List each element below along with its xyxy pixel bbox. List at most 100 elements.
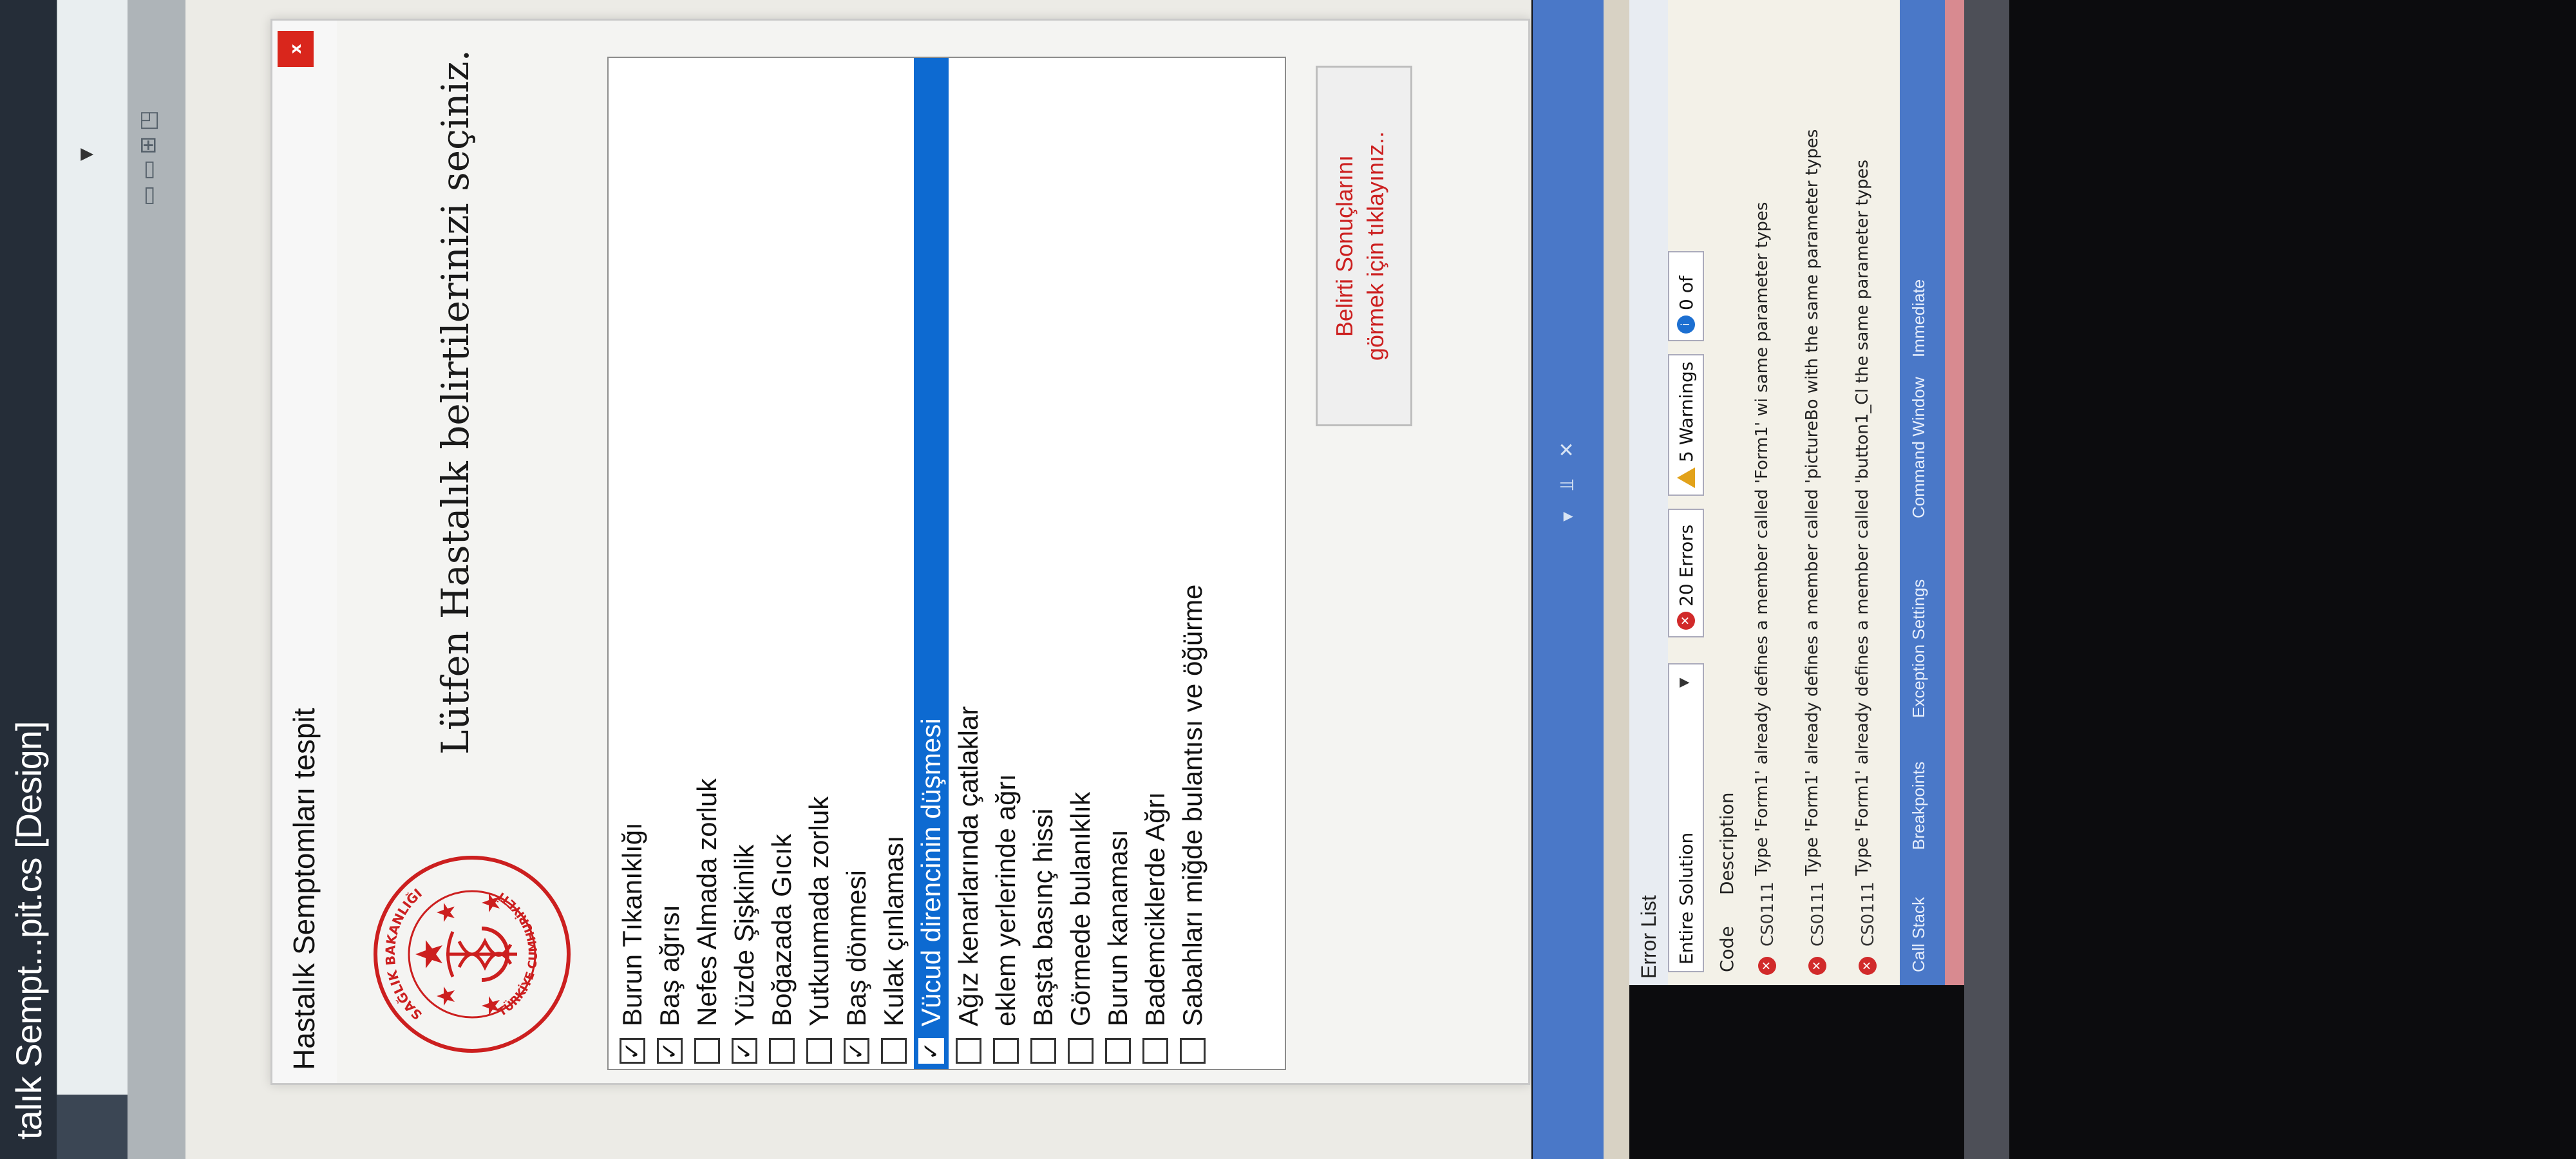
symptom-checkbox[interactable]	[881, 1038, 907, 1064]
symptom-checkbox[interactable]: ✓	[620, 1038, 645, 1064]
error-row[interactable]: ✕ CS0111 Type 'Form1' already defines a me…	[1802, 6, 1847, 975]
symptom-item[interactable]: ✓ Burun Tıkanıklığı	[614, 822, 651, 1064]
error-row[interactable]: ✕ CS0111 Type 'Form1' already defines a me…	[1752, 6, 1797, 975]
symptom-item[interactable]: Nefes Almada zorluk	[688, 778, 726, 1064]
members-dropdown[interactable]: ▼	[57, 0, 128, 1095]
show-results-button[interactable]: Belirti Sonuçlarını görmek için tıklayın…	[1316, 66, 1412, 426]
symptom-checkbox[interactable]	[1068, 1038, 1094, 1064]
symptom-label: Baş dönmesi	[841, 870, 871, 1026]
document-tab[interactable]: talık Sempt...pit.cs [Design]	[0, 0, 57, 1159]
symptom-checkbox[interactable]	[694, 1038, 720, 1064]
error-icon: ✕	[1758, 957, 1776, 975]
bottom-tab[interactable]: Call Stack	[1909, 897, 1929, 972]
symptom-checkbox[interactable]: ✓	[918, 1038, 944, 1064]
panel-controls[interactable]: ▾ ⫫ ✕	[1556, 434, 1578, 522]
symptom-checkbox[interactable]	[956, 1038, 981, 1064]
error-icon: ✕	[1808, 957, 1826, 975]
error-row[interactable]: ✕ CS0111 Type 'Form1' already defines a me…	[1852, 6, 1897, 975]
column-code[interactable]: Code	[1716, 926, 1738, 972]
symptom-label: eklem yerlerinde ağrı	[990, 773, 1021, 1026]
document-tab-title: talık Sempt...pit.cs [Design]	[8, 721, 49, 1140]
symptom-checkbox[interactable]	[806, 1038, 832, 1064]
chevron-down-icon: ▼	[77, 148, 96, 161]
symptom-label: Boğazada Gıcık	[766, 834, 797, 1026]
symptom-checkbox[interactable]	[1142, 1038, 1168, 1064]
error-icon: ✕	[1859, 957, 1877, 975]
error-list-title: Error List	[1637, 895, 1660, 979]
error-description: Type 'Form1' already defines a member ca…	[1803, 129, 1822, 876]
toolbar-icons[interactable]: ▭▭⊞◳	[135, 105, 161, 206]
symptom-checkbox[interactable]	[1030, 1038, 1056, 1064]
messages-filter-button[interactable]: i 0 of	[1668, 251, 1704, 341]
symptom-checkbox[interactable]: ✓	[732, 1038, 757, 1064]
symptom-checkbox[interactable]: ✓	[657, 1038, 683, 1064]
symptom-label: Görmede bulanıklık	[1065, 791, 1095, 1026]
symptom-item[interactable]: ✓ Baş dönmesi	[838, 870, 875, 1064]
screen-edge	[1945, 0, 1964, 985]
form-titlebar: Hastalık Semptomları tespit x	[272, 21, 337, 1083]
warnings-count: 5 Warnings	[1675, 361, 1697, 462]
scope-value: Entire Solution	[1676, 832, 1697, 965]
form-title: Hastalık Semptomları tespit	[287, 708, 321, 1070]
show-results-line1: Belirti Sonuçlarını	[1331, 155, 1358, 337]
close-button[interactable]: x	[278, 31, 314, 67]
error-icon: ✕	[1677, 612, 1695, 630]
errors-count: 20 Errors	[1675, 524, 1697, 607]
error-list-header: Error List	[1629, 0, 1668, 985]
bottom-tab[interactable]: Command Window	[1909, 377, 1929, 518]
messages-count: 0 of	[1675, 276, 1697, 310]
scope-dropdown[interactable]: Entire Solution ▼	[1668, 663, 1704, 972]
toolbox-panel-header: ▾ ⫫ ✕	[1533, 0, 1604, 1159]
symptom-item[interactable]: ✓ Baş ağrısı	[651, 905, 688, 1064]
symptom-label: Yüzde Şişkinlik	[729, 844, 759, 1026]
symptom-checkbox[interactable]	[993, 1038, 1019, 1064]
ide-header: talık Sempt...pit.cs [Design] ▼ ▭▭⊞◳	[0, 0, 193, 1159]
bottom-tab[interactable]: Breakpoints	[1909, 762, 1929, 850]
symptom-item[interactable]: Boğazada Gıcık	[763, 834, 800, 1064]
symptom-item[interactable]: Kulak çınlaması	[875, 836, 913, 1064]
show-results-line2: görmek için tıklayınız..	[1362, 131, 1388, 361]
error-description: Type 'Form1' already defines a member ca…	[1853, 159, 1872, 876]
error-list-panel: Error List Entire Solution ▼ ✕ 20 Errors…	[1629, 0, 1900, 985]
symptom-checkbox[interactable]: ✓	[844, 1038, 869, 1064]
symptom-checkbox[interactable]	[1180, 1038, 1206, 1064]
symptom-item[interactable]: Burun kanaması	[1099, 829, 1137, 1064]
errors-filter-button[interactable]: ✕ 20 Errors	[1668, 509, 1704, 637]
symptom-label: Vücud direncinin düşmesi	[916, 718, 946, 1026]
chevron-down-icon: ▼	[1676, 677, 1691, 688]
symptom-label: Burun Tıkanıklığı	[617, 822, 647, 1026]
symptom-label: Başta basınç hissi	[1028, 808, 1058, 1026]
symptom-checklist[interactable]: ✓ Burun Tıkanıklığı ✓ Baş ağrısı Nefes Almad…	[607, 57, 1286, 1070]
column-description[interactable]: Description	[1716, 793, 1738, 895]
error-code: CS0111	[1859, 881, 1878, 947]
symptom-label: Yutkunmada zorluk	[804, 796, 834, 1026]
symptom-item[interactable]: Görmede bulanıklık	[1062, 792, 1099, 1064]
symptom-item[interactable]: ✓ Yüzde Şişkinlik	[726, 845, 763, 1064]
symptom-label: Baş ağrısı	[654, 904, 685, 1026]
symptom-item[interactable]: Sabahları miğde bulantısı ve öğürme	[1174, 585, 1211, 1064]
warnings-filter-button[interactable]: 5 Warnings	[1668, 354, 1704, 496]
symptom-label: Sabahları miğde bulantısı ve öğürme	[1177, 584, 1208, 1026]
symptom-label: Bademciklerde Ağrı	[1140, 791, 1170, 1026]
symptom-item[interactable]: Başta basınç hissi	[1025, 808, 1062, 1064]
symptom-item[interactable]: eklem yerlerinde ağrı	[987, 774, 1025, 1064]
symptom-label: Nefes Almada zorluk	[692, 778, 722, 1026]
bottom-tab[interactable]: Immediate	[1909, 279, 1929, 357]
instruction-heading: Lütfen Hastalık belirtilerinizi seçiniz.	[433, 49, 477, 755]
symptom-item[interactable]: Yutkunmada zorluk	[800, 796, 838, 1064]
symptom-checkbox[interactable]	[1105, 1038, 1131, 1064]
caduceus-icon	[446, 927, 517, 982]
bottom-tool-tabs: Call Stack Breakpoints Exception Settings C…	[1900, 0, 1945, 985]
ministry-logo: SAĞLIK BAKANLIĞI TÜRKİYE CUMHURİYETİ	[374, 856, 571, 1053]
symptom-label: Burun kanaması	[1103, 829, 1133, 1026]
designed-form[interactable]: Hastalık Semptomları tespit x SAĞLIK BAK…	[270, 19, 1530, 1085]
symptom-item[interactable]: ✓ Vücud direncinin düşmesi	[913, 718, 950, 1064]
symptom-checkbox[interactable]	[769, 1038, 795, 1064]
bottom-tab[interactable]: Exception Settings	[1909, 580, 1929, 718]
error-code: CS0111	[1758, 881, 1777, 947]
symptom-item[interactable]: Ağız kenarlarında çatlaklar	[950, 706, 987, 1064]
error-code: CS0111	[1808, 881, 1828, 947]
symptom-item[interactable]: Bademciklerde Ağrı	[1137, 792, 1174, 1064]
monitor-frame	[1964, 0, 2009, 1159]
panel-divider	[1604, 0, 1629, 1159]
